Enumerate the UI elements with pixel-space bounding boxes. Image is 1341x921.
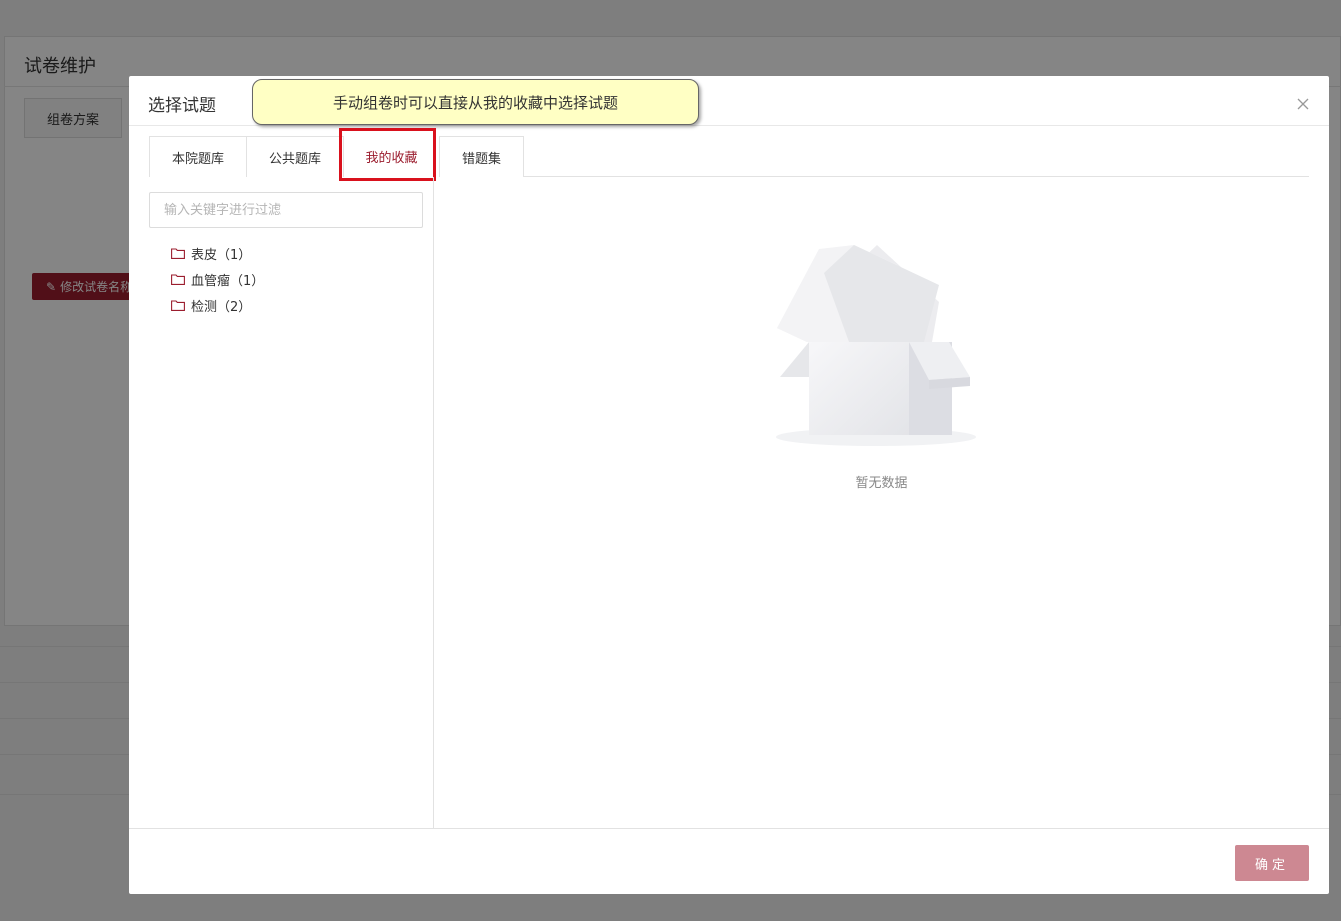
tab-label: 本院题库 [171, 151, 224, 167]
tab-my-favorites[interactable]: 我的收藏 [344, 136, 439, 177]
tree-item[interactable]: 血管瘤（1） [171, 266, 264, 292]
question-list-panel: 暂无数据 [434, 177, 1329, 828]
tree-item[interactable]: 检测（2） [171, 292, 264, 318]
modal-footer: 确定 [129, 828, 1329, 894]
tab-public-bank[interactable]: 公共题库 [246, 136, 344, 177]
tab-label: 公共题库 [268, 151, 321, 167]
modal-header: 选择试题 手动组卷时可以直接从我的收藏中选择试题 [129, 76, 1329, 126]
select-question-modal: 选择试题 手动组卷时可以直接从我的收藏中选择试题 本院题库 公共题库 我的收藏 … [129, 76, 1329, 894]
tree-item[interactable]: 表皮（1） [171, 240, 264, 266]
close-button[interactable] [1295, 96, 1311, 112]
tooltip-callout: 手动组卷时可以直接从我的收藏中选择试题 [252, 79, 699, 125]
tab-bar: 本院题库 公共题库 我的收藏 错题集 [149, 128, 1309, 181]
tab-wrong-questions[interactable]: 错题集 [439, 136, 524, 177]
tree-item-label: 表皮（1） [191, 247, 252, 263]
category-tree: 表皮（1） 血管瘤（1） 检测（2） [171, 240, 264, 318]
folder-icon [171, 299, 185, 311]
tab-label: 错题集 [461, 151, 501, 167]
tab-hospital-bank[interactable]: 本院题库 [149, 136, 247, 177]
confirm-button[interactable]: 确定 [1235, 845, 1309, 881]
tree-item-label: 血管瘤（1） [191, 273, 265, 289]
tree-item-label: 检测（2） [191, 299, 252, 315]
tooltip-text: 手动组卷时可以直接从我的收藏中选择试题 [332, 93, 618, 112]
filter-input[interactable] [149, 192, 423, 228]
close-icon [1297, 98, 1309, 110]
category-panel: 表皮（1） 血管瘤（1） 检测（2） [129, 177, 434, 828]
modal-title: 选择试题 [148, 96, 216, 116]
empty-state-text: 暂无数据 [855, 476, 908, 491]
tab-label: 我的收藏 [365, 151, 418, 166]
folder-icon [171, 273, 185, 285]
folder-icon [171, 247, 185, 259]
empty-box-icon [776, 245, 976, 446]
